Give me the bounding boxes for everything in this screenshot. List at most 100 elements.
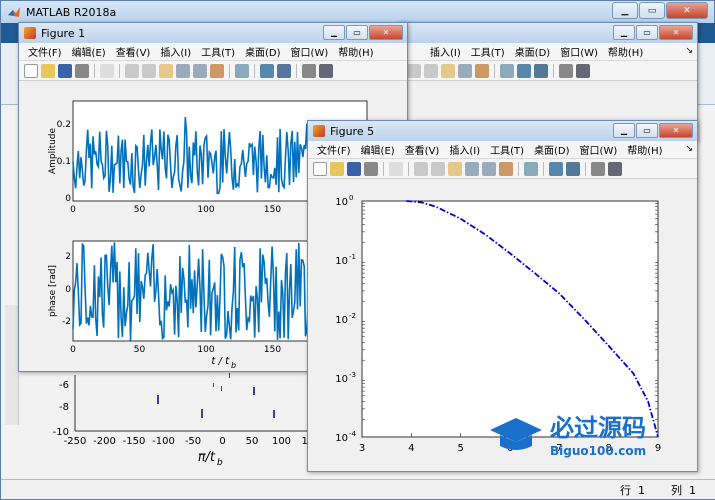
log-axes[interactable] <box>361 200 659 438</box>
x-tick: 50 <box>134 345 146 355</box>
minimize-button[interactable]: ▁ <box>323 25 345 40</box>
show-plot-tools-icon[interactable] <box>319 63 333 78</box>
restore-button[interactable]: ▭ <box>346 25 368 40</box>
colorbar-icon[interactable] <box>517 63 531 78</box>
rotate-icon[interactable] <box>176 63 190 78</box>
minimize-button[interactable]: ▁ <box>613 123 635 138</box>
menu-item[interactable]: 帮助(H) <box>603 44 648 59</box>
brush-icon[interactable] <box>499 161 513 176</box>
figure-5-toolbar <box>308 159 697 179</box>
figure-icon <box>313 125 325 137</box>
save-icon[interactable] <box>347 161 361 176</box>
y-tick-exponent: -4 <box>349 430 357 438</box>
menu-window[interactable]: 窗口(W) <box>575 142 623 157</box>
y-tick-label: 10 <box>335 374 348 385</box>
menu-window[interactable]: 窗口(W) <box>286 44 334 59</box>
amplitude-ylabel: Amplitude <box>48 127 58 174</box>
zoom-out-icon[interactable] <box>431 161 445 176</box>
new-figure-icon[interactable] <box>24 63 38 78</box>
hide-plot-tools-icon[interactable] <box>559 63 573 78</box>
menu-desktop[interactable]: 桌面(D) <box>529 142 575 157</box>
zoom-in-icon[interactable] <box>414 161 428 176</box>
close-button[interactable]: ✕ <box>666 2 708 19</box>
menu-edit[interactable]: 编辑(E) <box>67 44 111 59</box>
menu-item[interactable]: 桌面(D) <box>510 44 556 59</box>
link-icon[interactable] <box>235 63 249 78</box>
legend-icon[interactable] <box>277 63 291 78</box>
menu-item[interactable]: 窗口(W) <box>555 44 603 59</box>
menu-view[interactable]: 查看(V) <box>111 44 156 59</box>
menu-help[interactable]: 帮助(H) <box>622 142 667 157</box>
link-icon[interactable] <box>524 161 538 176</box>
status-col: 列 1 <box>671 483 696 497</box>
data-cursor-icon[interactable] <box>193 63 207 78</box>
bg-y-tick: -8 <box>59 402 69 413</box>
bg-x-tick: -50 <box>185 436 201 447</box>
menu-help[interactable]: 帮助(H) <box>333 44 378 59</box>
hide-plot-tools-icon[interactable] <box>302 63 316 78</box>
brush-icon[interactable] <box>210 63 224 78</box>
graduation-cap-icon <box>490 418 542 442</box>
pan-icon[interactable] <box>159 63 173 78</box>
menu-item[interactable]: 工具(T) <box>466 44 510 59</box>
maximize-button[interactable]: ▭ <box>639 2 665 19</box>
zoom-in-icon[interactable] <box>407 63 421 78</box>
print-icon[interactable] <box>364 161 378 176</box>
menu-desktop[interactable]: 桌面(D) <box>240 44 286 59</box>
menu-item[interactable]: 插入(I) <box>425 44 466 59</box>
menu-file[interactable]: 文件(F) <box>23 44 67 59</box>
dock-arrow-icon[interactable]: ↘ <box>685 144 693 154</box>
menu-insert[interactable]: 插入(I) <box>155 44 196 59</box>
save-icon[interactable] <box>58 63 72 78</box>
colorbar-icon[interactable] <box>260 63 274 78</box>
show-plot-tools-icon[interactable] <box>608 161 622 176</box>
rotate-icon[interactable] <box>465 161 479 176</box>
status-bar: 行 1 列 1 <box>1 479 715 499</box>
open-file-icon[interactable] <box>41 63 55 78</box>
menu-view[interactable]: 查看(V) <box>400 142 445 157</box>
show-plot-tools-icon[interactable] <box>576 63 590 78</box>
minimize-button[interactable]: ▁ <box>612 2 638 19</box>
pointer-icon[interactable] <box>100 63 114 78</box>
link-icon[interactable] <box>500 63 514 78</box>
phase-y-tick: 2 <box>65 252 71 262</box>
brush-icon[interactable] <box>475 63 489 78</box>
menu-tools[interactable]: 工具(T) <box>485 142 529 157</box>
zoom-in-icon[interactable] <box>125 63 139 78</box>
new-figure-icon[interactable] <box>313 161 327 176</box>
minimize-button[interactable]: ▁ <box>613 25 635 40</box>
bg-mark <box>253 387 255 395</box>
legend-icon[interactable] <box>566 161 580 176</box>
pointer-icon[interactable] <box>389 161 403 176</box>
menu-tools[interactable]: 工具(T) <box>196 44 240 59</box>
y-tick-exponent: -2 <box>349 312 356 320</box>
menu-file[interactable]: 文件(F) <box>312 142 356 157</box>
rotate-icon[interactable] <box>458 63 472 78</box>
close-button[interactable]: ✕ <box>659 25 693 40</box>
matlab-logo-icon <box>8 7 20 17</box>
hide-plot-tools-icon[interactable] <box>591 161 605 176</box>
bg-x-tick: 100 <box>272 436 291 447</box>
pan-icon[interactable] <box>448 161 462 176</box>
legend-icon[interactable] <box>534 63 548 78</box>
bg-x-tick: 50 <box>246 436 259 447</box>
restore-button[interactable]: ▭ <box>636 123 658 138</box>
phase-y-tick: -2 <box>62 317 71 327</box>
zoom-out-icon[interactable] <box>142 63 156 78</box>
print-icon[interactable] <box>75 63 89 78</box>
data-cursor-icon[interactable] <box>482 161 496 176</box>
close-button[interactable]: ✕ <box>369 25 403 40</box>
close-button[interactable]: ✕ <box>659 123 693 138</box>
dock-arrow-icon[interactable]: ↘ <box>685 46 693 56</box>
zoom-out-icon[interactable] <box>424 63 438 78</box>
colorbar-icon[interactable] <box>549 161 563 176</box>
menu-edit[interactable]: 编辑(E) <box>356 142 400 157</box>
figure-1-title-bar: Figure 1 ▁ ▭ ✕ <box>19 23 407 43</box>
restore-button[interactable]: ▭ <box>636 25 658 40</box>
open-file-icon[interactable] <box>330 161 344 176</box>
figure-bg-toolbar <box>399 61 697 81</box>
pan-icon[interactable] <box>441 63 455 78</box>
x-tick-label: 3 <box>359 443 365 454</box>
menu-insert[interactable]: 插入(I) <box>444 142 485 157</box>
y-tick-label: 10 <box>335 197 348 208</box>
